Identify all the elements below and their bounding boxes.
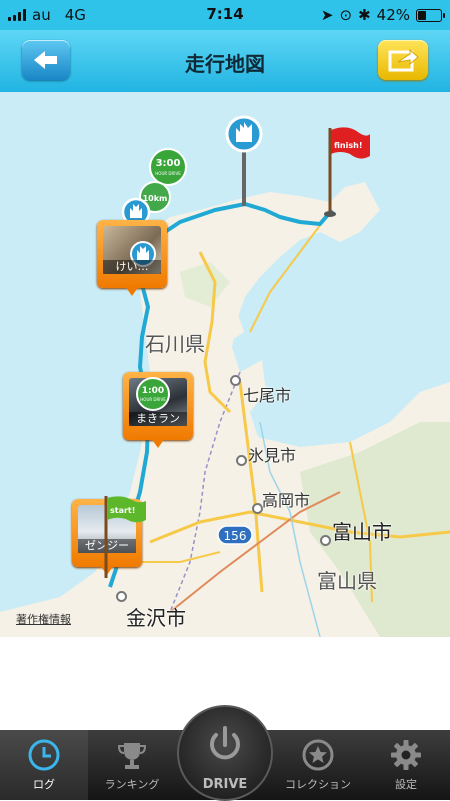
- photo-caption: まきラン: [129, 412, 187, 426]
- drive-button[interactable]: DRIVE: [177, 705, 273, 801]
- himi-label: 氷見市: [248, 446, 297, 465]
- bluetooth-icon: ✱: [358, 6, 371, 24]
- takaoka-label: 高岡市: [262, 491, 311, 510]
- nanao-dot: [230, 375, 241, 386]
- power-icon: [210, 726, 240, 760]
- tab-label: コレクション: [285, 778, 351, 791]
- finish-flag-icon[interactable]: finish!: [322, 124, 372, 219]
- location-icon: ➤: [320, 6, 334, 24]
- share-arrow-icon: [388, 48, 419, 72]
- tab-label: 設定: [395, 778, 417, 791]
- toyama-dot: [320, 535, 331, 546]
- orientation-lock-icon: ⊙: [339, 6, 353, 24]
- himi-dot: [236, 455, 247, 466]
- gear-icon: [391, 740, 421, 770]
- navigation-bar: 走行地図: [0, 30, 450, 93]
- clock-icon: [28, 739, 60, 771]
- battery-icon: [416, 8, 445, 22]
- star-badge-icon: [302, 739, 334, 771]
- photo-caption: けい…: [103, 260, 161, 274]
- kanazawa-dot: [116, 591, 127, 602]
- tab-label: ランキング: [104, 778, 160, 791]
- finish-flag-label: finish!: [334, 141, 362, 150]
- ishikawa-pref-label: 石川県: [145, 332, 205, 356]
- one-hour-text: 1:00: [142, 386, 164, 396]
- route-map[interactable]: 156 石川県 七尾市 氷見市 高岡市 富山市 富山県 金沢市 finish! …: [0, 92, 450, 637]
- tab-log[interactable]: ログ: [0, 730, 88, 800]
- tab-label: ログ: [33, 778, 55, 791]
- kanazawa-label: 金沢市: [126, 606, 186, 630]
- drive-label: DRIVE: [202, 777, 248, 792]
- toyama-city-label: 富山市: [332, 520, 392, 544]
- battery-percent: 42%: [376, 6, 410, 24]
- nanao-label: 七尾市: [243, 386, 292, 405]
- copyright-link[interactable]: 著作権情報: [16, 611, 71, 627]
- trophy-icon: [117, 743, 147, 769]
- route-shield-number: 156: [224, 529, 247, 543]
- start-flag-label: start!: [110, 506, 135, 515]
- one-hour-sub: HOUR DRIVE: [140, 397, 166, 402]
- tab-ranking[interactable]: ランキング: [88, 730, 176, 800]
- tab-settings[interactable]: 設定: [362, 730, 450, 800]
- tab-collection[interactable]: コレクション: [274, 730, 362, 800]
- start-flag-icon[interactable]: start!: [98, 492, 150, 582]
- share-button[interactable]: [378, 40, 428, 80]
- status-bar: au 4G 7:14 ➤ ⊙ ✱ 42%: [0, 0, 450, 30]
- three-hour-text: 3:00: [156, 158, 181, 169]
- one-hour-badge-icon: 1:00 HOUR DRIVE: [136, 377, 170, 411]
- toyama-pref-label: 富山県: [317, 569, 377, 593]
- three-hour-sub: HOUR DRIVE: [155, 171, 181, 176]
- landmark-pin-icon[interactable]: [223, 114, 265, 210]
